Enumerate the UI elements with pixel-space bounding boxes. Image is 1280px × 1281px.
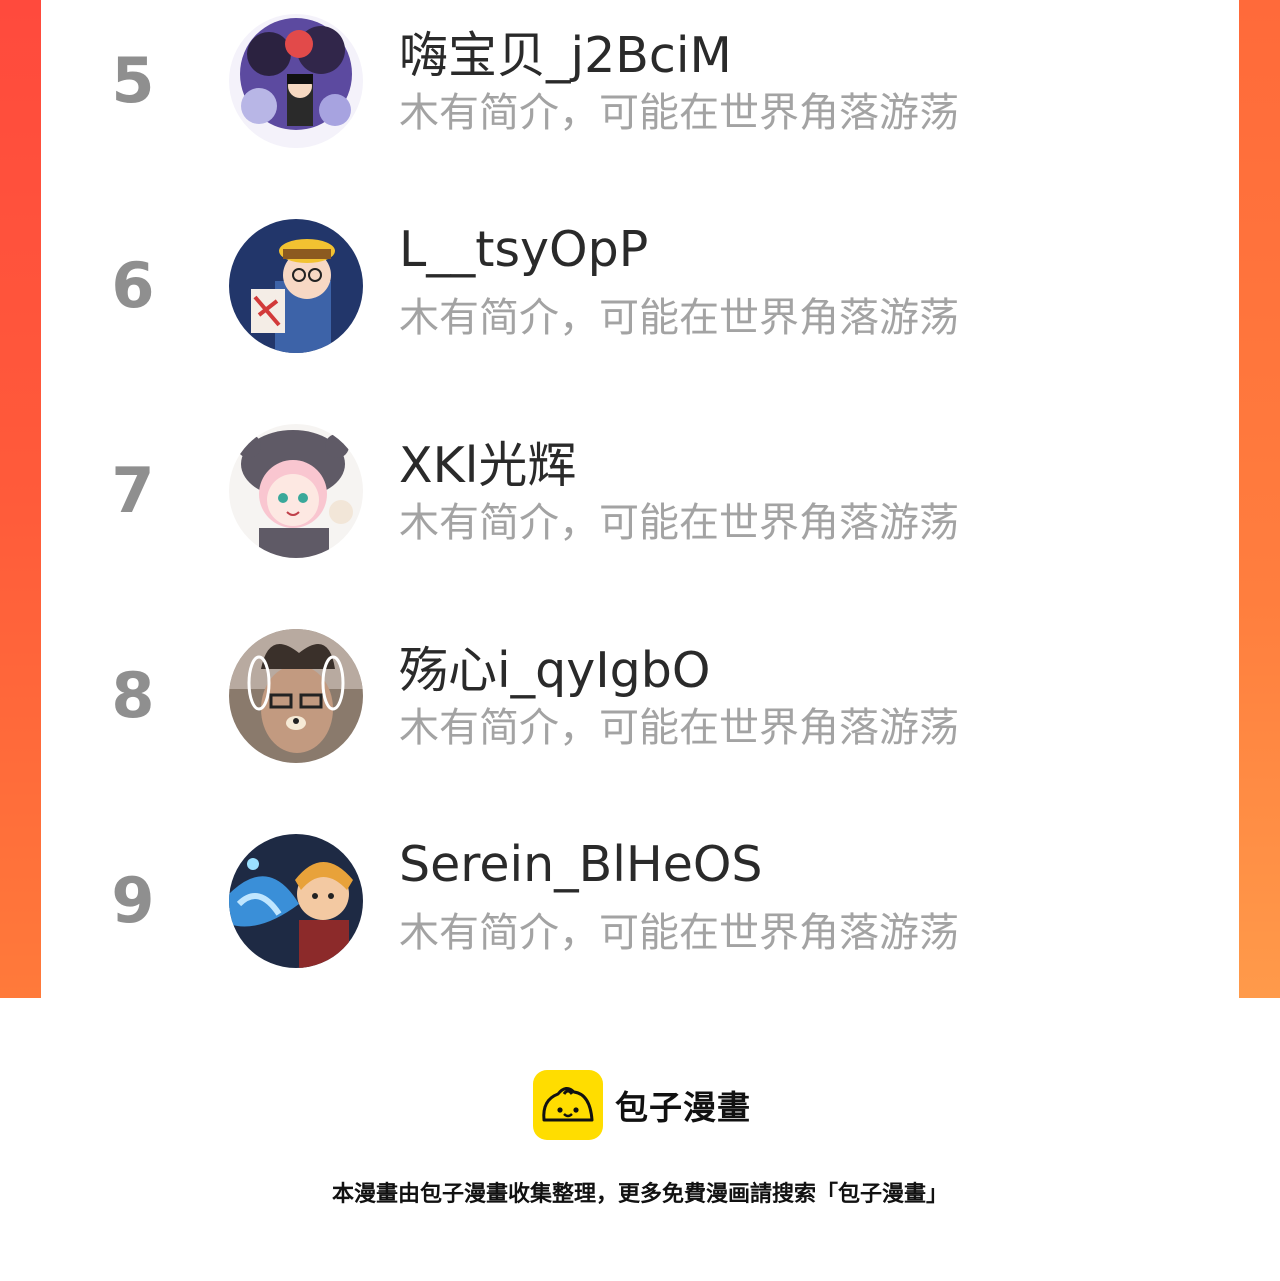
baozi-logo-icon: [533, 1070, 603, 1140]
ranking-row[interactable]: 8 殇心i_qyIgbO 木有简介，可能在世界角落游荡: [41, 615, 1239, 775]
avatar-dark-creatures-icon[interactable]: [229, 14, 363, 148]
user-bio: 木有简介，可能在世界角落游荡: [399, 295, 959, 341]
page-frame-right: [1238, 0, 1280, 998]
avatar-anime-boy-icon[interactable]: [229, 834, 363, 968]
ranking-list: 5 嗨宝贝_j2BciM 木有简介，可能在世界角落游荡 6 L__tsyOpP …: [41, 0, 1239, 998]
rank-number: 5: [111, 44, 155, 117]
user-bio: 木有简介，可能在世界角落游荡: [399, 90, 959, 136]
username: 殇心i_qyIgbO: [399, 642, 711, 699]
ranking-row[interactable]: 6 L__tsyOpP 木有简介，可能在世界角落游荡: [41, 205, 1239, 365]
brand-name: 包子漫畫: [615, 1088, 751, 1127]
brand[interactable]: 包子漫畫: [533, 1070, 751, 1140]
avatar-photo-dog-filter-icon[interactable]: [229, 629, 363, 763]
avatar-anime-girl-icon[interactable]: [229, 424, 363, 558]
ranking-row[interactable]: 5 嗨宝贝_j2BciM 木有简介，可能在世界角落游荡: [41, 0, 1239, 160]
rank-number: 8: [111, 659, 155, 732]
username: L__tsyOpP: [399, 221, 649, 278]
ranking-row[interactable]: 7 XKl光辉 木有简介，可能在世界角落游荡: [41, 410, 1239, 570]
username: Serein_BlHeOS: [399, 836, 763, 893]
user-bio: 木有简介，可能在世界角落游荡: [399, 910, 959, 956]
footer: 包子漫畫 本漫畫由包子漫畫收集整理，更多免費漫画請搜索「包子漫畫」: [0, 998, 1280, 1281]
avatar-cartoon-man-hat-icon[interactable]: [229, 219, 363, 353]
rank-number: 9: [111, 864, 155, 937]
user-bio: 木有简介，可能在世界角落游荡: [399, 705, 959, 751]
footer-notice: 本漫畫由包子漫畫收集整理，更多免費漫画請搜索「包子漫畫」: [331, 1182, 948, 1207]
username: 嗨宝贝_j2BciM: [399, 27, 732, 84]
rank-number: 7: [111, 454, 155, 527]
username: XKl光辉: [399, 437, 577, 494]
ranking-row[interactable]: 9 Serein_BlHeOS 木有简介，可能在世界角落游荡: [41, 820, 1239, 980]
rank-number: 6: [111, 249, 155, 322]
user-bio: 木有简介，可能在世界角落游荡: [399, 500, 959, 546]
